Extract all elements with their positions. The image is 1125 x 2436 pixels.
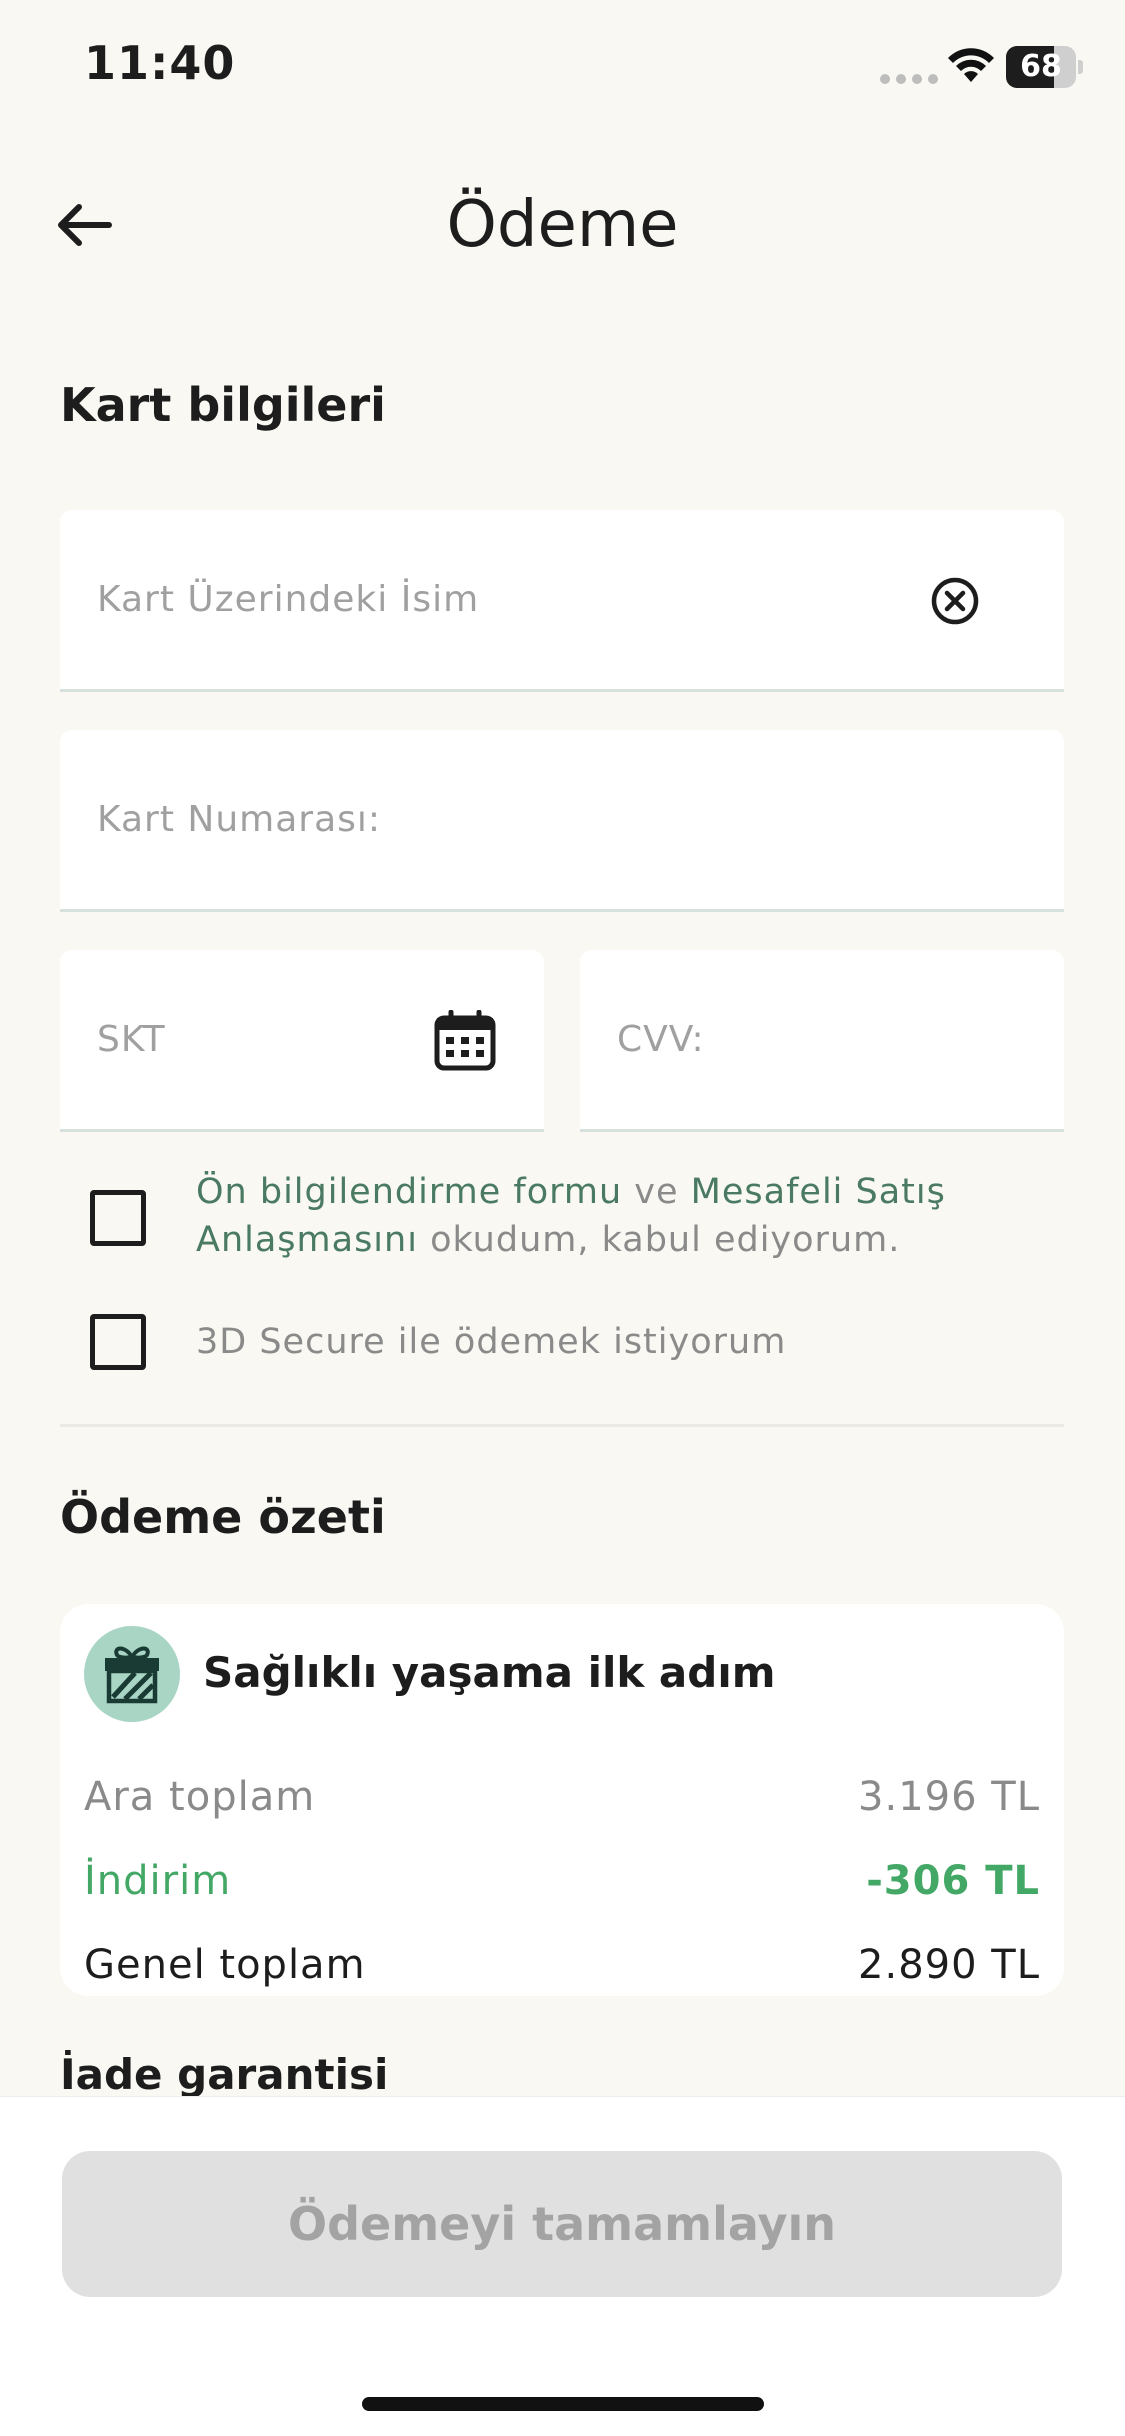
expiry-placeholder: SKT [97, 1019, 166, 1060]
total-label: Genel toplam [84, 1942, 366, 1988]
expiry-field[interactable]: SKT [60, 950, 544, 1132]
bottom-panel: Ödemeyi tamamlayın [0, 2096, 1125, 2436]
calendar-button[interactable] [430, 1006, 500, 1076]
status-time: 11:40 [84, 36, 236, 90]
discount-label: İndirim [84, 1858, 232, 1904]
signal-dots-icon [880, 74, 938, 84]
preinfo-form-link[interactable]: Ön bilgilendirme formu [196, 1172, 622, 1212]
card-number-placeholder: Kart Numarası: [97, 799, 382, 840]
agreement-row: Ön bilgilendirme formu ve Mesafeli Satış… [90, 1168, 1070, 1264]
summary-card: Sağlıklı yaşama ilk adım Ara toplam 3.19… [60, 1604, 1064, 1996]
section-divider [60, 1424, 1064, 1427]
clear-name-button[interactable] [922, 568, 988, 634]
battery-level: 68 [1020, 49, 1062, 84]
status-bar: 11:40 68 [0, 0, 1125, 140]
secure3d-checkbox[interactable] [90, 1314, 146, 1370]
agreement-text: Ön bilgilendirme formu ve Mesafeli Satış… [196, 1168, 1070, 1264]
card-number-field[interactable]: Kart Numarası: [60, 730, 1064, 912]
gift-icon [105, 1646, 159, 1704]
gift-badge [84, 1626, 180, 1722]
cvv-field[interactable]: CVV: [580, 950, 1064, 1132]
subtotal-row: Ara toplam 3.196 TL [84, 1774, 1040, 1820]
secure3d-row: 3D Secure ile ödemek istiyorum [90, 1314, 1070, 1370]
card-section-title: Kart bilgileri [60, 378, 386, 432]
subtotal-label: Ara toplam [84, 1774, 316, 1820]
page-title: Ödeme [446, 188, 679, 262]
cvv-placeholder: CVV: [617, 1019, 705, 1060]
wifi-icon [948, 48, 994, 82]
agreement-checkbox[interactable] [90, 1190, 146, 1246]
summary-section-title: Ödeme özeti [60, 1490, 386, 1544]
agreement-connector: ve [622, 1172, 691, 1212]
discount-value: -306 TL [866, 1858, 1040, 1904]
calendar-icon [434, 1010, 496, 1071]
home-indicator [362, 2397, 764, 2411]
total-row: Genel toplam 2.890 TL [84, 1942, 1040, 1988]
secure3d-label: 3D Secure ile ödemek istiyorum [196, 1322, 787, 1362]
discount-row: İndirim -306 TL [84, 1858, 1040, 1904]
agreement-suffix: okudum, kabul ediyorum. [417, 1220, 901, 1260]
header: Ödeme [0, 170, 1125, 290]
battery-icon: 68 [1006, 46, 1083, 88]
plan-name: Sağlıklı yaşama ilk adım [203, 1648, 776, 1697]
total-value: 2.890 TL [858, 1942, 1040, 1988]
subtotal-value: 3.196 TL [858, 1774, 1040, 1820]
card-name-placeholder: Kart Üzerindeki İsim [97, 579, 480, 620]
refund-section-title: İade garantisi [60, 2050, 389, 2099]
complete-payment-button[interactable]: Ödemeyi tamamlayın [62, 2151, 1062, 2297]
circle-x-icon [931, 577, 979, 625]
card-name-field[interactable]: Kart Üzerindeki İsim [60, 510, 1064, 692]
